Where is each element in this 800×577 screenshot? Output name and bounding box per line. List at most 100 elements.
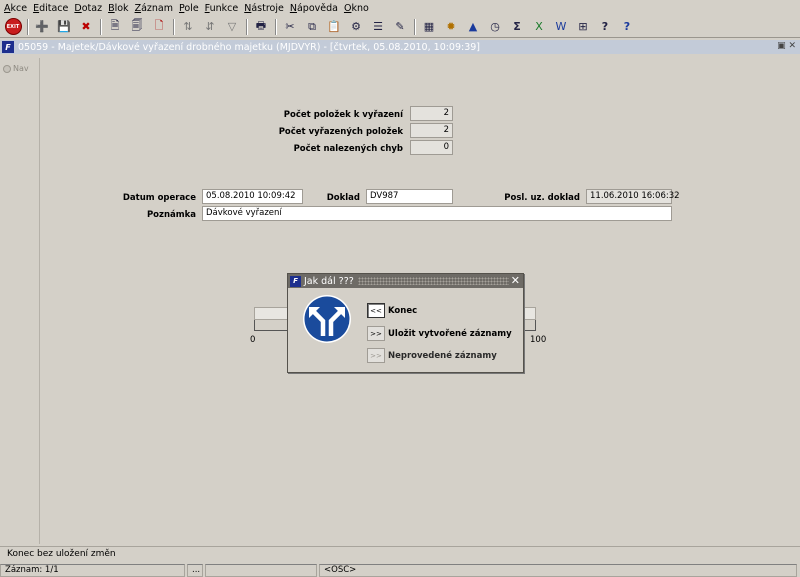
progress-min-label: 0	[250, 335, 256, 345]
form-title: 05059 - Majetek/Dávkové vyřazení drobnéh…	[18, 41, 481, 53]
datum-operace-field[interactable]: 05.08.2010 10:09:42	[202, 189, 303, 204]
edit-button[interactable]: ✎	[391, 18, 409, 36]
dialog-title: Jak dál ???	[304, 275, 354, 287]
pocet-polozek-field[interactable]: 2	[410, 106, 453, 121]
warning-button[interactable]: ▲	[464, 18, 482, 36]
dialog-title-pattern	[357, 277, 509, 285]
status-bar: Konec bez uložení změn Záznam: 1/1 ... <…	[0, 546, 800, 577]
exit-icon: EXIT	[4, 18, 22, 35]
print-button[interactable]: 🖶	[252, 18, 270, 36]
status-message: Konec bez uložení změn	[7, 549, 116, 559]
tools-button[interactable]: ⚙	[347, 18, 365, 36]
grid-icon: ⊞	[578, 20, 588, 33]
neprovedene-button[interactable]: >>	[367, 348, 385, 363]
toolbar-separator	[100, 18, 102, 35]
clock-button[interactable]: ◷	[486, 18, 504, 36]
ulozit-label: Uložit vytvořené záznamy	[388, 329, 512, 339]
settings-icon: ✹	[446, 20, 456, 33]
list-button[interactable]: ☰	[369, 18, 387, 36]
menu-pole[interactable]: Pole	[176, 3, 202, 14]
help-button[interactable]: ?	[596, 18, 614, 36]
sort-asc-icon: ⇅	[183, 20, 193, 33]
menu-akce[interactable]: Akce	[1, 3, 30, 14]
excel-button[interactable]: X	[530, 18, 548, 36]
save-button[interactable]: 💾	[55, 18, 73, 36]
menu-dotaz[interactable]: Dotaz	[71, 3, 105, 14]
filter-button[interactable]: ▽	[223, 18, 241, 36]
delete-record-icon: ✖	[81, 20, 91, 33]
insert-record-icon: ➕	[35, 20, 49, 33]
pocet-chyb-field[interactable]: 0	[410, 140, 453, 155]
paste-button[interactable]: 📋	[325, 18, 343, 36]
dialog-title-bar: F Jak dál ??? ✕	[288, 274, 523, 288]
sort-asc-button[interactable]: ⇅	[179, 18, 197, 36]
cut-button[interactable]: ✂	[281, 18, 299, 36]
menu-nastroje[interactable]: Nástroje	[241, 3, 287, 14]
copy-icon: ⧉	[308, 19, 316, 33]
progress-tick-min	[254, 320, 255, 331]
form-title-bar: F 05059 - Majetek/Dávkové vyřazení drobn…	[0, 40, 800, 54]
exit-button[interactable]: EXIT	[4, 18, 22, 36]
toolbar-separator	[414, 18, 416, 35]
toolbar: EXIT ➕ 💾 ✖ 🗎 🗐 🗋 ⇅ ⇵ ▽ 🖶 ✂ ⧉ 📋 ⚙ ☰ ✎ ▦ ✹…	[0, 16, 800, 38]
calculator-icon: ▦	[423, 20, 435, 33]
dialog-close-icon[interactable]: ✕	[511, 274, 520, 288]
menu-zaznam[interactable]: Záznam	[132, 3, 176, 14]
print-icon: 🖶	[255, 19, 267, 32]
menu-bar: Akce Editace Dotaz Blok Záznam Pole Funk…	[0, 0, 800, 16]
paste-icon: 📋	[327, 20, 341, 33]
sum-icon: Σ	[513, 20, 521, 33]
sum-button[interactable]: Σ	[508, 18, 526, 36]
pocet-vyrazenych-field[interactable]: 2	[410, 123, 453, 138]
copy-button[interactable]: ⧉	[303, 18, 321, 36]
ulozit-button[interactable]: >>	[367, 326, 385, 341]
menu-okno[interactable]: Okno	[341, 3, 372, 14]
help-icon: ?	[601, 20, 609, 33]
sort-desc-icon: ⇵	[205, 20, 215, 33]
nav-button[interactable]: Nav	[3, 64, 29, 73]
toolbar-separator	[27, 18, 29, 35]
doklad-label: Doklad	[326, 193, 360, 203]
word-button[interactable]: W	[552, 18, 570, 36]
posl-doklad-label: Posl. uz. doklad	[504, 193, 580, 203]
calculator-button[interactable]: ▦	[420, 18, 438, 36]
window-controls[interactable]: ▣ ✕	[777, 41, 796, 51]
execute-query-button[interactable]: 🗋	[150, 18, 168, 36]
delete-record-button[interactable]: ✖	[77, 18, 95, 36]
poznamka-label: Poznámka	[146, 210, 196, 220]
clock-icon: ◷	[490, 20, 500, 33]
menu-napoveda[interactable]: Nápověda	[287, 3, 341, 14]
konec-label: Konec	[388, 306, 418, 316]
menu-editace[interactable]: Editace	[30, 3, 71, 14]
enter-query-button[interactable]: 🗐	[128, 18, 146, 36]
status-cell-3	[205, 564, 317, 577]
konec-button[interactable]: <<	[367, 303, 385, 318]
menu-funkce[interactable]: Funkce	[202, 3, 242, 14]
status-record: Záznam: 1/1	[0, 564, 185, 577]
toolbar-separator	[275, 18, 277, 35]
poznamka-field[interactable]: Dávkové vyřazení	[202, 206, 672, 221]
insert-record-button[interactable]: ➕	[33, 18, 51, 36]
direction-arrows-icon	[303, 295, 351, 343]
menu-blok[interactable]: Blok	[105, 3, 131, 14]
toolbar-separator	[173, 18, 175, 35]
grid-button[interactable]: ⊞	[574, 18, 592, 36]
doklad-field[interactable]: DV987	[366, 189, 453, 204]
warning-icon: ▲	[468, 20, 478, 33]
posl-doklad-field[interactable]: 11.06.2010 16:06:32	[586, 189, 680, 204]
nav-radio-icon	[3, 64, 11, 73]
sort-desc-button[interactable]: ⇵	[201, 18, 219, 36]
neprovedene-label: Neprovedené záznamy	[388, 351, 497, 361]
app-logo-icon: F	[2, 41, 14, 53]
new-query-button[interactable]: 🗎	[106, 18, 124, 36]
status-osc: <OSC>	[319, 564, 797, 577]
settings-button[interactable]: ✹	[442, 18, 460, 36]
pocet-chyb-label: Počet nalezených chyb	[293, 144, 403, 154]
progress-tick-max	[535, 320, 536, 331]
new-query-icon: 🗎	[110, 19, 120, 32]
context-help-button[interactable]: ?	[618, 18, 636, 36]
cut-icon: ✂	[285, 20, 295, 33]
datum-operace-label: Datum operace	[122, 193, 196, 203]
excel-icon: X	[535, 20, 543, 33]
enter-query-icon: 🗐	[131, 19, 143, 32]
